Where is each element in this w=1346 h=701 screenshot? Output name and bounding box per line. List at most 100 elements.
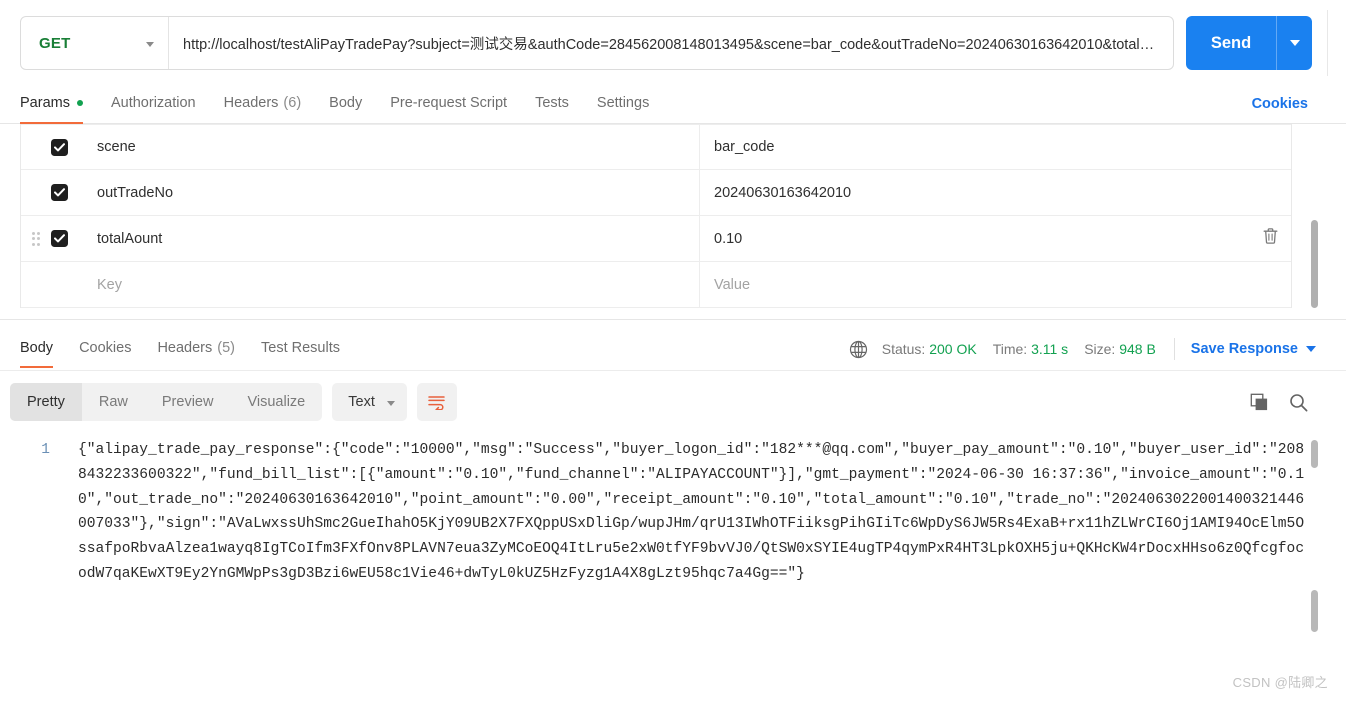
response-tab-test-results[interactable]: Test Results [261,330,340,368]
send-button[interactable]: Send [1186,16,1276,70]
response-actions [1250,381,1308,423]
copy-icon [1250,393,1268,410]
table-row-new: Key Value [21,261,1291,308]
param-key[interactable]: outTradeNo [83,169,700,216]
format-segmented-control: Pretty Raw Preview Visualize [10,383,323,421]
param-enabled-checkbox[interactable] [51,184,83,201]
content-type-dropdown[interactable]: Text [332,383,407,421]
status-text: Status: [881,341,926,357]
send-options-button[interactable] [1276,16,1312,70]
meta-divider [1173,338,1175,360]
response-body-code[interactable]: {"alipay_trade_pay_response":{"code":"10… [78,438,1306,587]
save-response-button[interactable]: Save Response [1191,341,1316,357]
tab-body[interactable]: Body [329,84,362,124]
response-body-scrollbar-thumb-bottom[interactable] [1311,590,1318,632]
http-method-label: GET [39,34,71,52]
method-url-box: GET http://localhost/testAliPayTradePay?… [20,16,1174,70]
status-badge: 200 OK [929,341,977,357]
tab-tests[interactable]: Tests [535,84,569,124]
tab-headers-count: (6) [283,94,302,111]
format-pretty-button[interactable]: Pretty [10,383,82,421]
delete-row-button[interactable] [1262,227,1279,250]
param-key[interactable]: scene [83,124,700,170]
tab-params-label: Params [20,94,70,111]
chevron-down-icon [146,41,154,47]
response-tab-cookies-label: Cookies [79,340,132,356]
param-value-input[interactable]: Value [700,262,1291,308]
right-panel-divider [1327,10,1328,76]
tab-authorization-label: Authorization [110,94,196,111]
cookies-link[interactable]: Cookies [1252,84,1308,124]
size-label: Size: 948 B [1084,341,1156,357]
param-key-input[interactable]: Key [83,261,700,308]
content-type-label: Text [348,394,375,410]
response-tab-body[interactable]: Body [20,330,54,368]
param-enabled-checkbox[interactable] [51,138,83,156]
chevron-down-icon [1306,346,1316,352]
format-raw-button[interactable]: Raw [82,383,145,421]
request-tabs: Params Authorization Headers (6) Body Pr… [0,84,1346,124]
time-label: Time: 3.11 s [993,341,1068,357]
time-value: 3.11 s [1031,341,1069,357]
line-number: 1 [41,442,50,458]
table-row: scene bar_code [21,124,1291,170]
row-drag-handle[interactable] [21,231,51,246]
size-text: Size: [1084,341,1116,357]
tab-headers-label: Headers [223,94,279,111]
response-tab-cookies[interactable]: Cookies [79,330,131,368]
param-value[interactable]: bar_code [700,124,1291,170]
response-tabs-border [0,370,1346,371]
copy-button[interactable] [1250,393,1269,412]
params-table: scene bar_code outTradeNo 20240630163642… [20,124,1292,308]
params-scrollbar-thumb[interactable] [1311,220,1318,308]
params-modified-dot-icon [76,99,83,106]
tab-settings[interactable]: Settings [597,84,649,124]
checkbox-checked-icon [51,138,68,156]
http-method-dropdown[interactable]: GET [21,17,169,69]
postman-request-response-view: GET http://localhost/testAliPayTradePay?… [0,0,1346,701]
format-visualize-button[interactable]: Visualize [230,383,322,421]
response-divider [0,319,1346,320]
line-number-gutter: 1 [0,438,68,463]
table-row: outTradeNo 20240630163642010 [21,169,1291,216]
response-body-scrollbar-thumb-top[interactable] [1311,440,1318,468]
response-tab-headers[interactable]: Headers (5) [157,330,235,368]
url-row: GET http://localhost/testAliPayTradePay?… [0,0,1346,86]
response-meta: Status: 200 OK Time: 3.11 s Size: 948 B … [849,330,1316,368]
param-value[interactable]: 0.10 [700,216,1291,262]
checkbox-checked-icon [51,184,68,201]
wrap-lines-icon [428,396,446,410]
size-value: 948 B [1119,341,1156,357]
tab-pre-request-script-label: Pre-request Script [390,94,508,111]
search-button[interactable] [1289,393,1308,412]
url-text: http://localhost/testAliPayTradePay?subj… [183,36,1159,53]
save-response-label: Save Response [1190,341,1298,357]
chevron-down-icon [1289,40,1300,46]
format-preview-button[interactable]: Preview [145,383,231,421]
response-tab-body-label: Body [20,340,54,356]
watermark: CSDN @陆卿之 [1232,675,1328,690]
wrap-lines-button[interactable] [416,383,457,421]
params-scrollbar[interactable] [1311,128,1318,308]
response-tab-test-results-label: Test Results [261,340,340,356]
time-text: Time: [992,341,1028,357]
tab-settings-label: Settings [596,94,650,111]
chevron-down-icon [386,400,395,406]
url-input[interactable]: http://localhost/testAliPayTradePay?subj… [169,17,1173,69]
param-enabled-checkbox[interactable] [51,230,83,247]
param-value[interactable]: 20240630163642010 [700,170,1291,216]
tab-body-label: Body [329,94,363,111]
tab-headers[interactable]: Headers (6) [224,84,302,124]
tab-tests-label: Tests [535,94,569,111]
search-icon [1290,393,1308,411]
globe-icon [849,340,868,359]
param-key[interactable]: totalAount [83,215,700,262]
tab-params[interactable]: Params [20,84,83,124]
tab-pre-request-script[interactable]: Pre-request Script [390,84,507,124]
status-label: Status: 200 OK [882,341,977,357]
response-body-scrollbar[interactable] [1311,440,1318,650]
tab-authorization[interactable]: Authorization [111,84,196,124]
response-tab-headers-label: Headers [157,340,213,356]
table-row: totalAount 0.10 [21,215,1291,262]
response-format-toolbar: Pretty Raw Preview Visualize Text [0,381,1346,423]
